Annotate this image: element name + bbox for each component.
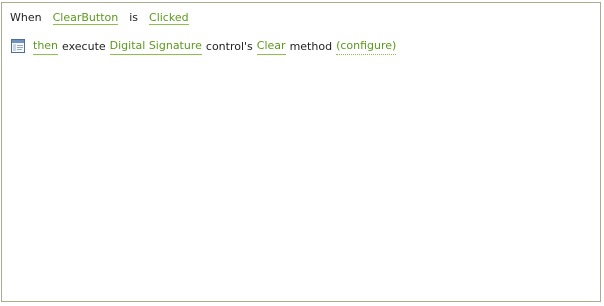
rule-editor-panel: When ClearButton is Clicked then execute…	[1, 2, 601, 302]
method-label: method	[289, 39, 333, 53]
control-link[interactable]: ClearButton	[52, 11, 119, 25]
execute-label: execute	[62, 39, 106, 53]
target-control-link[interactable]: Digital Signature	[109, 38, 202, 55]
is-label: is	[129, 11, 139, 24]
method-name-link[interactable]: Clear	[256, 38, 286, 55]
window-icon	[11, 38, 25, 53]
when-label: When	[10, 11, 42, 24]
controls-label: control's	[205, 39, 253, 53]
configure-link[interactable]: (configure)	[336, 38, 397, 55]
then-link[interactable]: then	[33, 38, 59, 55]
action-line: then execute Digital Signature control's…	[11, 38, 397, 55]
event-link[interactable]: Clicked	[149, 11, 189, 25]
trigger-line: When ClearButton is Clicked	[10, 11, 189, 25]
